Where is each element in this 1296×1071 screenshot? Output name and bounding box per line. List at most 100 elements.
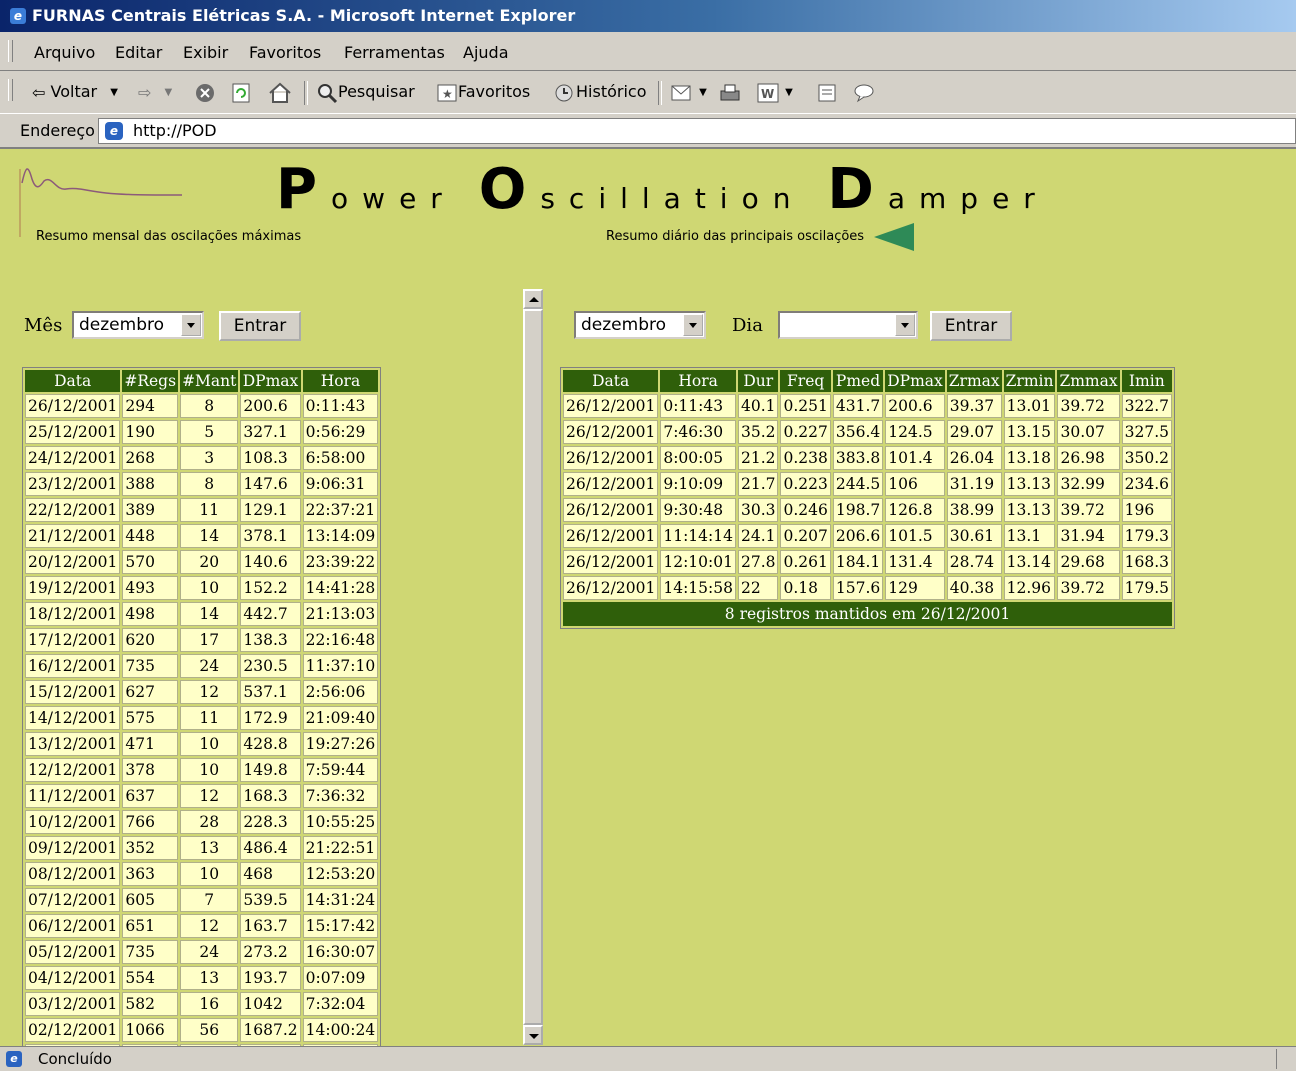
table-cell: 12	[180, 680, 239, 704]
table-cell: 1066	[122, 1018, 179, 1042]
column-header: Hora	[302, 370, 379, 392]
table-cell: 198.7	[832, 498, 884, 522]
forward-arrow-icon: ⇨	[138, 82, 152, 102]
table-cell: 149.8	[240, 758, 301, 782]
table-cell: 468	[240, 862, 301, 886]
monthly-summary-table: Data #Regs #Mant DPmax Hora 26/12/2001 294 8 20…	[22, 367, 382, 1046]
table-cell: 10:55:25	[302, 810, 379, 834]
table-cell: 0.223	[780, 472, 831, 496]
table-row: 07/12/2001 605 7 539.5 14:31:24	[25, 888, 379, 912]
table-cell: 14:31:24	[302, 888, 379, 912]
frame-scrollbar[interactable]	[523, 289, 543, 1045]
table-cell: 0.227	[780, 420, 831, 444]
table-cell: 8	[180, 472, 239, 496]
chevron-down-icon[interactable]	[895, 314, 915, 336]
page-status-icon: e	[6, 1051, 22, 1067]
menu-exibir[interactable]: Exibir	[183, 32, 228, 74]
table-cell: 163.7	[240, 914, 301, 938]
history-button[interactable]: Histórico	[552, 71, 646, 113]
mail-dropdown-icon[interactable]: ▼	[699, 72, 707, 114]
table-cell: 20	[180, 550, 239, 574]
menu-ajuda[interactable]: Ajuda	[463, 32, 509, 74]
window-title: FURNAS Centrais Elétricas S.A. - Microso…	[32, 6, 576, 25]
table-cell: 22/12/2001	[25, 498, 121, 522]
day-select[interactable]	[778, 311, 918, 339]
favorites-button[interactable]: ★ Favoritos	[436, 71, 530, 113]
table-cell: 11:37:10	[302, 654, 379, 678]
table-cell: 10	[180, 576, 239, 600]
back-button[interactable]: ⇦ Voltar ▼	[32, 71, 118, 113]
table-cell: 11	[180, 498, 239, 522]
table-cell: 22:37:21	[302, 498, 379, 522]
table-cell: 31.19	[946, 472, 1002, 496]
column-header: Freq	[780, 370, 831, 392]
table-cell: 498	[122, 602, 179, 626]
table-cell: 363	[122, 862, 179, 886]
mail-button[interactable]: ▼	[670, 71, 707, 113]
home-button[interactable]	[268, 71, 292, 113]
table-cell: 21:22:51	[302, 836, 379, 860]
column-header: DPmax	[885, 370, 945, 392]
menu-arquivo[interactable]: Arquivo	[34, 32, 95, 74]
table-cell: 14:15:58	[660, 576, 736, 600]
table-cell: 0.261	[780, 550, 831, 574]
table-cell: 04/12/2001	[25, 966, 121, 990]
chevron-down-icon[interactable]	[683, 314, 703, 336]
table-cell: 200.6	[240, 394, 301, 418]
table-cell: 19/12/2001	[25, 576, 121, 600]
edit-dropdown-icon[interactable]: ▼	[785, 72, 793, 114]
month-select[interactable]: dezembro	[72, 311, 204, 339]
table-cell: 11	[180, 706, 239, 730]
table-cell: 378	[122, 758, 179, 782]
table-cell: 56	[180, 1018, 239, 1042]
table-cell: 389	[122, 498, 179, 522]
table-cell: 26/12/2001	[563, 498, 659, 522]
table-cell: 152.2	[240, 576, 301, 600]
print-icon	[720, 84, 740, 100]
chevron-down-icon[interactable]	[181, 314, 201, 336]
table-row: 06/12/2001 651 12 163.7 15:17:42	[25, 914, 379, 938]
monthly-summary-link[interactable]: Resumo mensal das oscilações máximas	[36, 229, 301, 244]
address-url[interactable]: http://POD	[133, 119, 217, 143]
table-cell: 13.01	[1003, 394, 1056, 418]
table-cell: 30.61	[946, 524, 1002, 548]
table-cell: 582	[122, 992, 179, 1016]
monthly-submit-button[interactable]: Entrar	[219, 311, 301, 341]
table-cell: 07/12/2001	[25, 888, 121, 912]
search-button[interactable]: Pesquisar	[316, 71, 415, 113]
forward-button[interactable]: ⇨ ▼	[138, 71, 172, 113]
edit-button[interactable]: W ▼	[756, 71, 793, 113]
daily-month-select[interactable]: dezembro	[574, 311, 706, 339]
table-row: 05/12/2001 735 24 273.2 16:30:07	[25, 940, 379, 964]
column-header: Zrmax	[946, 370, 1002, 392]
table-cell: 16	[180, 992, 239, 1016]
discuss-button[interactable]	[816, 71, 838, 113]
table-cell: 206.6	[832, 524, 884, 548]
address-input[interactable]: e http://POD	[98, 118, 1296, 144]
table-row: 10/12/2001 766 28 228.3 10:55:25	[25, 810, 379, 834]
daily-submit-button[interactable]: Entrar	[930, 311, 1012, 341]
stop-button[interactable]	[194, 71, 216, 113]
menu-favoritos[interactable]: Favoritos	[249, 32, 321, 74]
table-cell: 12	[180, 914, 239, 938]
table-cell: 0.238	[780, 446, 831, 470]
menu-editar[interactable]: Editar	[115, 32, 162, 74]
scroll-thumb[interactable]	[523, 309, 543, 1025]
messenger-button[interactable]	[852, 71, 876, 113]
table-cell: 10	[180, 758, 239, 782]
back-dropdown-icon[interactable]: ▼	[110, 72, 118, 114]
forward-dropdown-icon[interactable]: ▼	[165, 72, 173, 114]
scroll-down-icon[interactable]	[523, 1025, 543, 1045]
table-cell: 21/12/2001	[25, 524, 121, 548]
print-button[interactable]	[718, 71, 742, 113]
address-label: Endereço	[20, 121, 95, 140]
search-icon	[318, 83, 338, 103]
table-cell: 18/12/2001	[25, 602, 121, 626]
table-cell: 10/12/2001	[25, 810, 121, 834]
scroll-up-icon[interactable]	[523, 289, 543, 309]
menu-ferramentas[interactable]: Ferramentas	[344, 32, 445, 74]
table-cell: 10	[180, 862, 239, 886]
daily-summary-link[interactable]: Resumo diário das principais oscilações	[606, 229, 864, 244]
refresh-button[interactable]	[230, 71, 252, 113]
table-cell: 442.7	[240, 602, 301, 626]
